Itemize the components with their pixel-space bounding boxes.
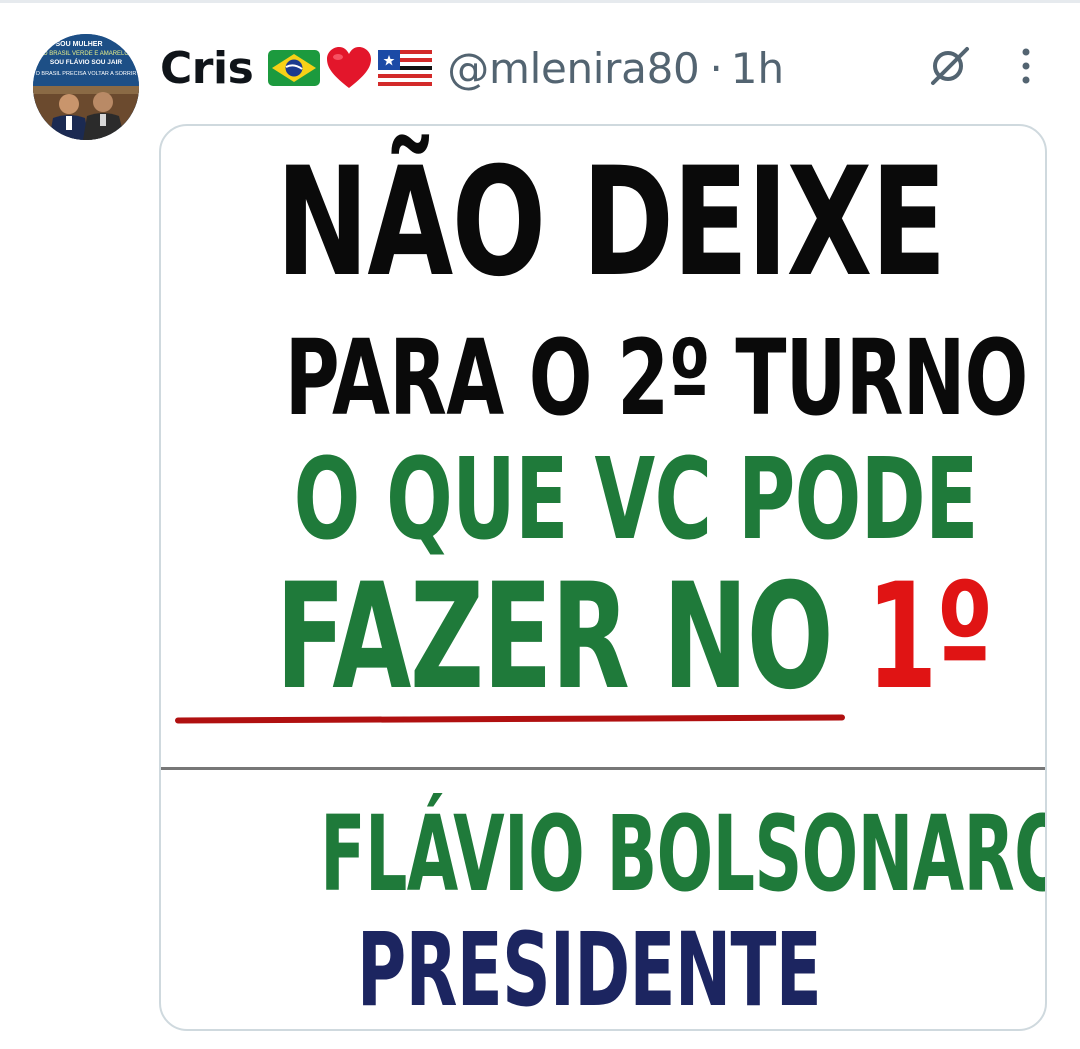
poster-line-5: FLÁVIO BOLSONARO — [320, 793, 1047, 915]
poster-line-4: FAZER NO 1º — [276, 564, 994, 710]
maranhao-flag-icon — [377, 49, 433, 87]
more-options-button[interactable] — [1008, 44, 1044, 92]
avatar-banner-line-1: SOU MULHER — [55, 41, 102, 48]
timestamp[interactable]: 1h — [731, 44, 784, 93]
top-divider — [0, 0, 1080, 3]
red-heart-icon — [325, 46, 373, 90]
poster-line-6: PRESIDENTE — [356, 911, 822, 1030]
poster-line-4-accent: 1º — [866, 552, 993, 722]
avatar-banner-line-3: SOU FLÁVIO SOU JAIR — [50, 57, 123, 66]
separator-dot: · — [709, 43, 723, 93]
poster-line-3: O QUE VC PODE — [293, 435, 979, 565]
poster-line-2: PARA O 2º TURNO — [284, 317, 1029, 439]
avatar[interactable]: SOU MULHER O BRASIL VERDE E AMARELO SOU … — [33, 34, 139, 140]
brazil-flag-icon — [267, 49, 321, 87]
display-name[interactable]: Cris — [160, 43, 254, 94]
poster-line-1: NÃO DEIXE — [275, 136, 947, 310]
grok-button[interactable] — [926, 44, 974, 92]
name-emojis — [267, 46, 433, 90]
more-vertical-icon — [1020, 46, 1032, 91]
user-handle[interactable]: @mlenira80 — [447, 44, 699, 93]
tweet-header: Cris @mlenira80 · 1h — [160, 36, 784, 100]
avatar-banner-line-4: O BRASIL PRECISA VOLTAR A SORRIR — [36, 71, 137, 77]
grok-icon — [927, 43, 973, 94]
divider-rule — [161, 767, 1045, 770]
poster-line-4-main: FAZER NO — [275, 552, 867, 722]
avatar-banner-line-2: O BRASIL VERDE E AMARELO — [43, 51, 129, 57]
media-image[interactable]: NÃO DEIXE PARA O 2º TURNO O QUE VC PODE … — [159, 124, 1047, 1031]
